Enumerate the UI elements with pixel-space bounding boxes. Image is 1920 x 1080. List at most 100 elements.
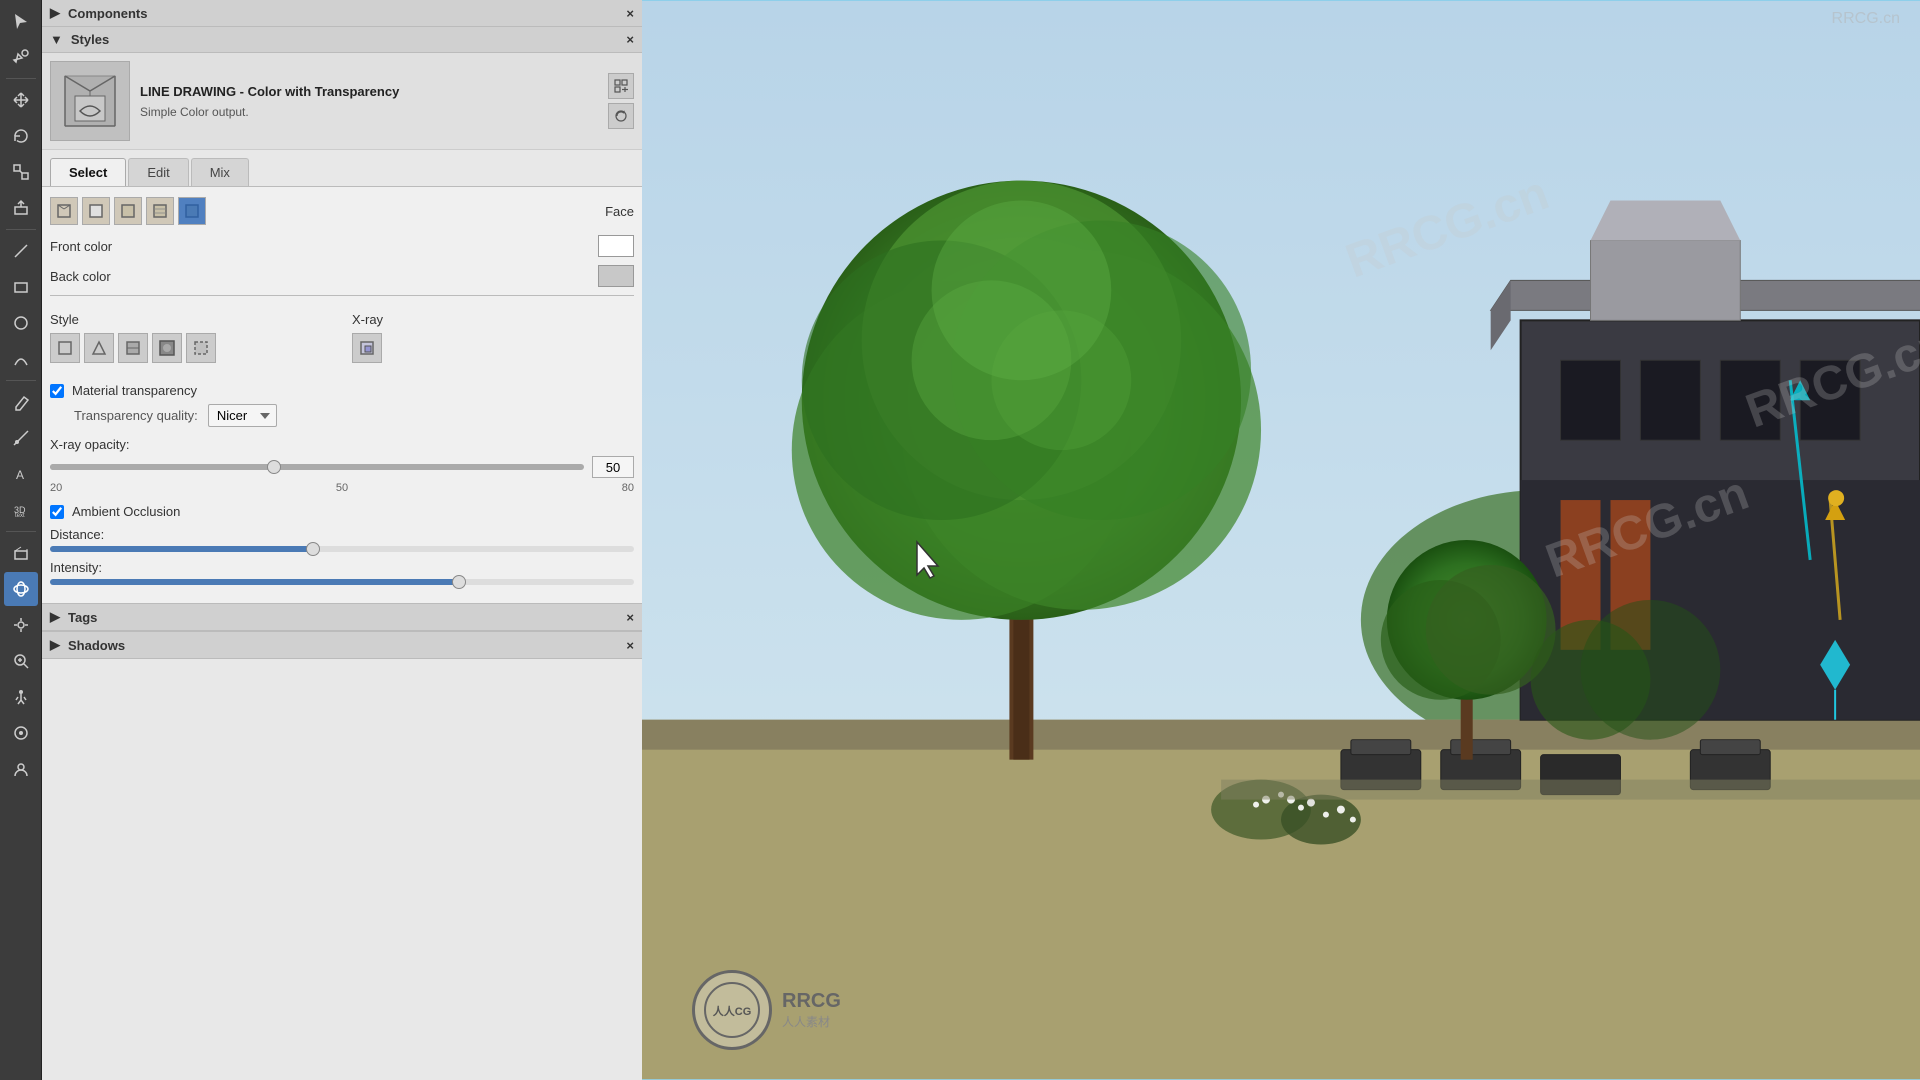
shadows-chevron: ▶ [50, 637, 60, 653]
toolbar-lookaround[interactable] [4, 716, 38, 750]
rrcg-sub-text: 人人素材 [782, 1013, 841, 1030]
xray-opacity-thumb[interactable] [267, 460, 281, 474]
toolbar-rectangle[interactable] [4, 270, 38, 304]
style-mode-label: Style [50, 312, 332, 327]
xray-mode-btn[interactable] [352, 333, 382, 363]
ambient-occlusion-row: Ambient Occlusion [50, 504, 634, 519]
toolbar-pan[interactable] [4, 608, 38, 642]
toolbar-position-camera[interactable] [4, 752, 38, 786]
face-row: Face [50, 197, 634, 225]
material-transparency-checkbox[interactable] [50, 384, 64, 398]
intensity-fill [50, 579, 459, 585]
svg-text:text: text [15, 513, 25, 519]
shadows-close[interactable]: × [626, 638, 634, 653]
toolbar-orbit[interactable] [4, 572, 38, 606]
toolbar-text[interactable]: A [4, 457, 38, 491]
create-style-btn[interactable] [608, 73, 634, 99]
xray-min-label: 20 [50, 482, 62, 494]
style-mode-4[interactable] [152, 333, 182, 363]
xray-col: X-ray [352, 302, 634, 373]
tab-mix[interactable]: Mix [191, 158, 249, 186]
toolbar-eraser[interactable] [4, 385, 38, 419]
xray-opacity-slider-row: 50 [50, 456, 634, 478]
toolbar-walk[interactable] [4, 680, 38, 714]
toolbar-measure[interactable] [4, 421, 38, 455]
xray-max-label: 80 [622, 482, 634, 494]
style-info: LINE DRAWING - Color with Transparency S… [140, 84, 598, 119]
toolbar-arc[interactable] [4, 342, 38, 376]
update-style-btn[interactable] [608, 103, 634, 129]
toolbar-3dtext[interactable]: 3Dtext [4, 493, 38, 527]
edit-panel-content: Face Front color Back color Style [42, 187, 642, 603]
tags-section-header[interactable]: ▶ Tags × [42, 604, 642, 631]
styles-close[interactable]: × [626, 32, 634, 47]
style-col: Style [50, 302, 332, 373]
material-transparency-row: Material transparency [50, 383, 634, 398]
tags-chevron: ▶ [50, 609, 60, 625]
style-mode-5[interactable] [186, 333, 216, 363]
transparency-quality-select[interactable]: Nicer Faster [208, 404, 277, 427]
material-transparency-label: Material transparency [72, 383, 197, 398]
toolbar-section[interactable] [4, 536, 38, 570]
toolbar-paint[interactable] [4, 40, 38, 74]
components-section-header[interactable]: ▶ Components × [42, 0, 642, 27]
tab-select[interactable]: Select [50, 158, 126, 186]
ambient-occlusion-checkbox[interactable] [50, 505, 64, 519]
front-color-swatch[interactable] [598, 235, 634, 257]
xray-mid-label: 50 [336, 482, 348, 494]
intensity-slider-track[interactable] [50, 579, 634, 585]
xray-opacity-label: X-ray opacity: [50, 437, 634, 452]
toolbar-circle[interactable] [4, 306, 38, 340]
face-wireframe-btn[interactable] [50, 197, 78, 225]
toolbar-pushpull[interactable] [4, 191, 38, 225]
style-desc: Simple Color output. [140, 105, 598, 119]
svg-text:人人CG: 人人CG [713, 1004, 752, 1018]
intensity-thumb[interactable] [452, 575, 466, 589]
xray-opacity-track[interactable] [50, 464, 584, 470]
toolbar-scale[interactable] [4, 155, 38, 189]
distance-thumb[interactable] [306, 542, 320, 556]
svg-text:A: A [16, 468, 24, 482]
xray-opacity-value[interactable]: 50 [592, 456, 634, 478]
toolbar-rotate[interactable] [4, 119, 38, 153]
rrcg-circle-logo: 人人CG [692, 970, 772, 1050]
components-close[interactable]: × [626, 6, 634, 21]
back-color-swatch[interactable] [598, 265, 634, 287]
rrcg-logo: 人人CG RRCG 人人素材 [692, 970, 841, 1050]
tags-section: ▶ Tags × [42, 603, 642, 631]
tab-edit[interactable]: Edit [128, 158, 188, 186]
top-right-rrcg: RRCG.cn [1832, 10, 1900, 28]
viewport[interactable]: RRCG.cn RRCG.cn RRCG.cn RRCG.cn 人人CG RRC… [642, 0, 1920, 1080]
styles-preview: LINE DRAWING - Color with Transparency S… [42, 53, 642, 150]
styles-title: Styles [71, 32, 109, 47]
back-color-row: Back color [50, 265, 634, 287]
ambient-occlusion-label: Ambient Occlusion [72, 504, 180, 519]
style-action-icons [608, 73, 634, 129]
style-xray-cols: Style [50, 302, 634, 373]
style-mode-1[interactable] [50, 333, 80, 363]
toolbar-zoom[interactable] [4, 644, 38, 678]
style-mode-3[interactable] [118, 333, 148, 363]
xray-icon-row [352, 333, 634, 363]
style-tabs-bar: Select Edit Mix [42, 150, 642, 187]
styles-chevron: ▼ [50, 32, 63, 47]
xray-opacity-labels: 20 50 80 [50, 482, 634, 494]
intensity-label: Intensity: [50, 560, 634, 575]
face-hiddenline-btn[interactable] [82, 197, 110, 225]
divider1 [50, 295, 634, 296]
face-monochrome-btn[interactable] [178, 197, 206, 225]
toolbar-move[interactable] [4, 83, 38, 117]
shadows-section-header[interactable]: ▶ Shadows × [42, 632, 642, 659]
distance-fill [50, 546, 313, 552]
tags-close[interactable]: × [626, 610, 634, 625]
toolbar-select[interactable] [4, 4, 38, 38]
style-mode-2[interactable] [84, 333, 114, 363]
distance-slider-track[interactable] [50, 546, 634, 552]
transparency-quality-label: Transparency quality: [74, 408, 198, 423]
face-textured-btn[interactable] [146, 197, 174, 225]
toolbar-line[interactable] [4, 234, 38, 268]
face-shaded-btn[interactable] [114, 197, 142, 225]
styles-section-header[interactable]: ▼ Styles × [42, 27, 642, 53]
toolbar-sep2 [6, 229, 36, 230]
style-thumbnail[interactable] [50, 61, 130, 141]
